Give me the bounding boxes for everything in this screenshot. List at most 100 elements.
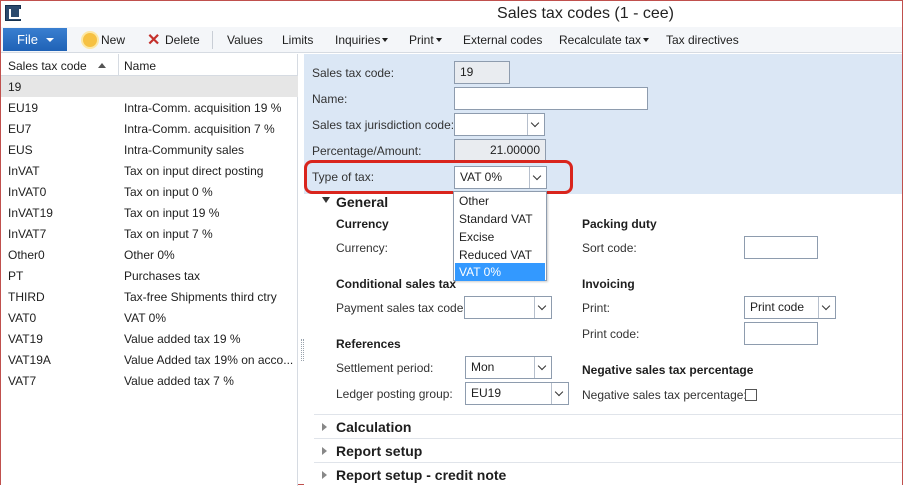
cell-code: VAT0	[8, 311, 37, 325]
conditional-group: Conditional sales tax	[336, 277, 457, 291]
type-of-tax-dropdown: Other Standard VAT Excise Reduced VAT VA…	[453, 191, 547, 281]
cell-name: Intra-Community sales	[124, 143, 245, 157]
payment-code-combo[interactable]	[464, 296, 552, 319]
table-row[interactable]: InVAT Tax on input direct posting	[1, 160, 298, 181]
table-row[interactable]: 19	[1, 76, 298, 97]
limits-button[interactable]: Limits	[282, 33, 313, 47]
cell-code: PT	[8, 269, 24, 283]
currency-label: Currency:	[336, 241, 389, 255]
settlement-value: Mon	[471, 360, 495, 374]
cell-name: Tax on input direct posting	[124, 164, 264, 178]
file-menu-button[interactable]: File	[3, 28, 67, 51]
name-label: Name:	[312, 92, 348, 106]
code-field[interactable]: 19	[454, 61, 510, 84]
table-row[interactable]: InVAT19 Tax on input 19 %	[1, 202, 298, 223]
negative-checkbox[interactable]	[745, 389, 757, 401]
references-group: References	[336, 337, 401, 351]
chevron-down-icon	[435, 38, 442, 42]
cell-name: Purchases tax	[124, 269, 201, 283]
toolbar-divider	[212, 31, 213, 49]
settlement-label: Settlement period:	[336, 361, 434, 375]
sort-code-field[interactable]	[744, 236, 818, 259]
chevron-down-icon	[643, 38, 650, 42]
cell-code: InVAT0	[8, 185, 47, 199]
ledger-label: Ledger posting group:	[336, 387, 453, 401]
packing-group: Packing duty	[582, 217, 657, 231]
cell-name: Value added tax 19 %	[124, 332, 241, 346]
cell-name: Other 0%	[124, 248, 175, 262]
table-row[interactable]: InVAT0 Tax on input 0 %	[1, 181, 298, 202]
fasttab-report-setup-credit-note[interactable]: Report setup - credit note	[314, 462, 902, 486]
table-row[interactable]: PT Purchases tax	[1, 265, 298, 286]
chevron-down-icon[interactable]	[534, 297, 551, 318]
cell-code: EU19	[8, 101, 39, 115]
file-label: File	[17, 32, 38, 47]
chevron-down-icon[interactable]	[534, 357, 551, 378]
dropdown-option-excise[interactable]: Excise	[455, 228, 545, 246]
recalculate-tax-menu[interactable]: Recalculate tax	[559, 33, 650, 47]
fasttab-general[interactable]: General	[336, 194, 388, 210]
ledger-combo[interactable]: EU19	[465, 382, 569, 405]
column-divider[interactable]	[118, 54, 119, 76]
table-row[interactable]: Other0 Other 0%	[1, 244, 298, 265]
print-code-field[interactable]	[744, 322, 818, 345]
print-label: Print	[409, 33, 434, 47]
cell-name: Intra-Comm. acquisition 7 %	[124, 122, 275, 136]
values-button[interactable]: Values	[227, 33, 263, 47]
cell-code: InVAT	[8, 164, 40, 178]
new-icon	[83, 33, 97, 47]
chevron-down-icon[interactable]	[527, 114, 544, 135]
cell-name: Tax-free Shipments third ctry	[124, 290, 277, 304]
cell-name: Intra-Comm. acquisition 19 %	[124, 101, 282, 115]
collapse-icon[interactable]	[322, 197, 330, 203]
table-row[interactable]: EU19 Intra-Comm. acquisition 19 %	[1, 97, 298, 118]
sort-code-label: Sort code:	[582, 241, 637, 255]
sort-ascending-icon	[98, 63, 106, 68]
negative-group: Negative sales tax percentage	[582, 363, 754, 377]
table-row[interactable]: VAT19A Value Added tax 19% on acco...	[1, 349, 298, 370]
fasttab-label: Report setup - credit note	[336, 467, 507, 483]
column-header-code[interactable]: Sales tax code	[8, 59, 87, 73]
dropdown-option-reduced-vat[interactable]: Reduced VAT	[455, 246, 545, 264]
table-row[interactable]: EUS Intra-Community sales	[1, 139, 298, 160]
cell-code: THIRD	[8, 290, 45, 304]
print-menu[interactable]: Print	[409, 33, 442, 47]
cell-name: Tax on input 7 %	[124, 227, 213, 241]
title-bar: Sales tax codes (1 - cee)	[1, 1, 902, 27]
percentage-field[interactable]: 21.00000	[454, 139, 546, 162]
cell-name: VAT 0%	[124, 311, 167, 325]
table-row[interactable]: VAT7 Value added tax 7 %	[1, 370, 298, 391]
payment-code-label: Payment sales tax code:	[336, 301, 467, 315]
table-row[interactable]: EU7 Intra-Comm. acquisition 7 %	[1, 118, 298, 139]
name-field[interactable]	[454, 87, 648, 110]
dropdown-option-vat-0[interactable]: VAT 0%	[455, 263, 545, 281]
fasttab-report-setup[interactable]: Report setup	[314, 438, 902, 462]
cell-name: Value Added tax 19% on acco...	[124, 353, 294, 367]
chevron-down-icon[interactable]	[818, 297, 835, 318]
dropdown-option-other[interactable]: Other	[455, 192, 545, 210]
jurisdiction-label: Sales tax jurisdiction code:	[312, 118, 455, 132]
table-row[interactable]: VAT19 Value added tax 19 %	[1, 328, 298, 349]
chevron-down-icon	[46, 38, 54, 42]
fasttab-calculation[interactable]: Calculation	[314, 414, 902, 438]
print-combo[interactable]: Print code	[744, 296, 836, 319]
cell-code: VAT7	[8, 374, 37, 388]
column-header-name[interactable]: Name	[124, 59, 156, 73]
annotation-highlight	[304, 160, 573, 194]
new-button[interactable]: New	[101, 33, 125, 47]
cell-code: InVAT7	[8, 227, 47, 241]
table-row[interactable]: VAT0 VAT 0%	[1, 307, 298, 328]
table-row[interactable]: InVAT7 Tax on input 7 %	[1, 223, 298, 244]
jurisdiction-combo[interactable]	[454, 113, 545, 136]
dropdown-option-standard-vat[interactable]: Standard VAT	[455, 210, 545, 228]
chevron-down-icon[interactable]	[551, 383, 568, 404]
delete-button[interactable]: Delete	[165, 33, 200, 47]
chevron-down-icon	[382, 38, 389, 42]
ledger-value: EU19	[471, 386, 502, 400]
table-row[interactable]: THIRD Tax-free Shipments third ctry	[1, 286, 298, 307]
tax-directives-button[interactable]: Tax directives	[666, 33, 739, 47]
settlement-combo[interactable]: Mon	[465, 356, 552, 379]
inquiries-menu[interactable]: Inquiries	[335, 33, 389, 47]
external-codes-button[interactable]: External codes	[463, 33, 542, 47]
cell-name: Tax on input 0 %	[124, 185, 213, 199]
